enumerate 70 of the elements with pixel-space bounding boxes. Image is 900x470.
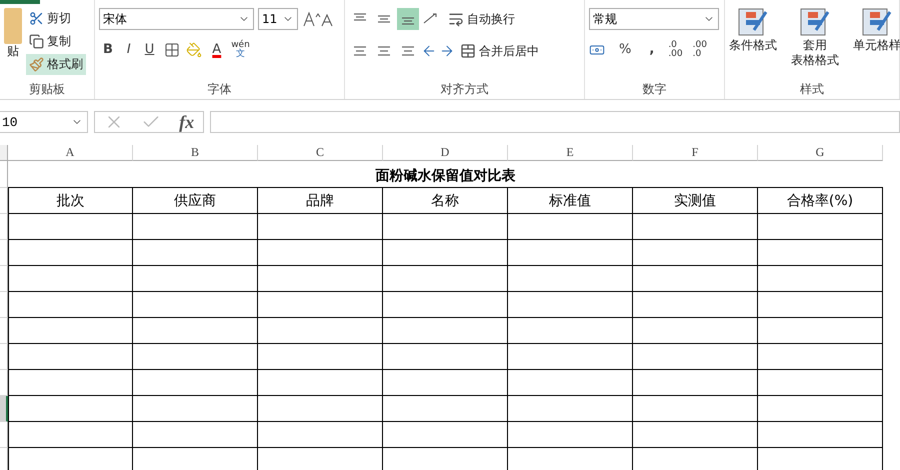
font-color-button[interactable]: A (208, 40, 226, 59)
row-header[interactable] (0, 396, 8, 422)
font-size-field[interactable]: 11 (258, 8, 298, 30)
group-label: 对齐方式 (440, 81, 490, 98)
table-header-cell: 实测值 (633, 188, 758, 214)
table-header-cell: 品牌 (258, 188, 383, 214)
column-header[interactable]: C (258, 145, 383, 161)
column-header[interactable]: E (508, 145, 633, 161)
row-header[interactable] (0, 161, 8, 188)
vertical-align-button[interactable] (397, 8, 419, 30)
fill-color-icon[interactable] (186, 42, 202, 58)
table-header-cell: 供应商 (133, 188, 258, 214)
row-header[interactable] (0, 370, 8, 396)
row-header[interactable] (0, 292, 8, 318)
group-label: 字体 (206, 81, 232, 98)
row-header[interactable] (0, 318, 8, 344)
group-label: 数字 (642, 81, 668, 98)
comma-button[interactable]: , (645, 40, 658, 59)
row-header[interactable] (0, 266, 8, 292)
paste-button[interactable]: 贴 (7, 44, 19, 59)
indent-decrease-icon[interactable] (421, 43, 437, 59)
column-header[interactable]: B (133, 145, 258, 161)
scissors-icon (29, 11, 44, 26)
conditional-format-icon[interactable] (738, 8, 768, 38)
indent-increase-icon[interactable] (439, 43, 455, 59)
row-header[interactable] (0, 422, 8, 448)
increase-decimal-button[interactable]: .0 .00 (668, 40, 683, 58)
paintbrush-icon (29, 57, 44, 72)
table-header-cell: 名称 (383, 188, 508, 214)
grow-font-icon[interactable] (302, 11, 334, 27)
decrease-decimal-button[interactable]: .00 .0 (692, 40, 707, 58)
group-label: 样式 (799, 81, 825, 98)
row-header[interactable] (0, 188, 8, 214)
copy-icon (29, 34, 44, 49)
borders-icon[interactable] (164, 42, 180, 58)
column-header[interactable]: D (383, 145, 508, 161)
column-header[interactable]: G (758, 145, 883, 161)
wrap-text-icon (448, 11, 464, 27)
table-title: 面粉碱水保留值对比表 (8, 161, 883, 188)
merge-center-button[interactable]: 合并后居中 (457, 40, 542, 62)
table-header-cell: 标准值 (508, 188, 633, 214)
underline-button[interactable]: U (140, 40, 158, 59)
name-box[interactable]: 10 (0, 111, 88, 133)
phonetic-button[interactable]: wén 文 (231, 40, 250, 58)
number-format-field[interactable]: 常规 (589, 8, 719, 30)
row-header[interactable] (0, 214, 8, 240)
format-painter-button[interactable]: 格式刷 (26, 54, 86, 75)
table-format-button[interactable]: 套用 表格格式 (791, 8, 839, 81)
group-label: 剪贴板 (28, 81, 66, 98)
conditional-format-button[interactable]: 条件格式 (729, 8, 777, 81)
row-header[interactable] (0, 344, 8, 370)
row-header[interactable] (0, 240, 8, 266)
insert-function-button[interactable]: fx (179, 112, 194, 132)
copy-button[interactable]: 复制 (26, 31, 86, 52)
select-all-corner[interactable] (0, 145, 8, 161)
column-header[interactable]: F (633, 145, 758, 161)
merge-cells-icon (460, 43, 476, 59)
wrap-text-button[interactable]: 自动换行 (445, 8, 518, 30)
cut-button[interactable]: 剪切 (26, 8, 86, 29)
bold-button[interactable]: B (99, 40, 117, 59)
table-header-cell: 合格率(%) (758, 188, 883, 214)
table-format-icon[interactable] (800, 8, 830, 38)
font-name-field[interactable]: 宋体 (99, 8, 254, 30)
formula-field[interactable] (210, 111, 900, 133)
cell-styles-icon[interactable] (862, 8, 892, 38)
percent-button[interactable]: % (615, 40, 636, 59)
align-lines-icon (377, 13, 391, 25)
table-header-cell: 批次 (8, 188, 133, 214)
italic-button[interactable]: I (122, 40, 135, 59)
column-header[interactable]: A (8, 145, 133, 161)
